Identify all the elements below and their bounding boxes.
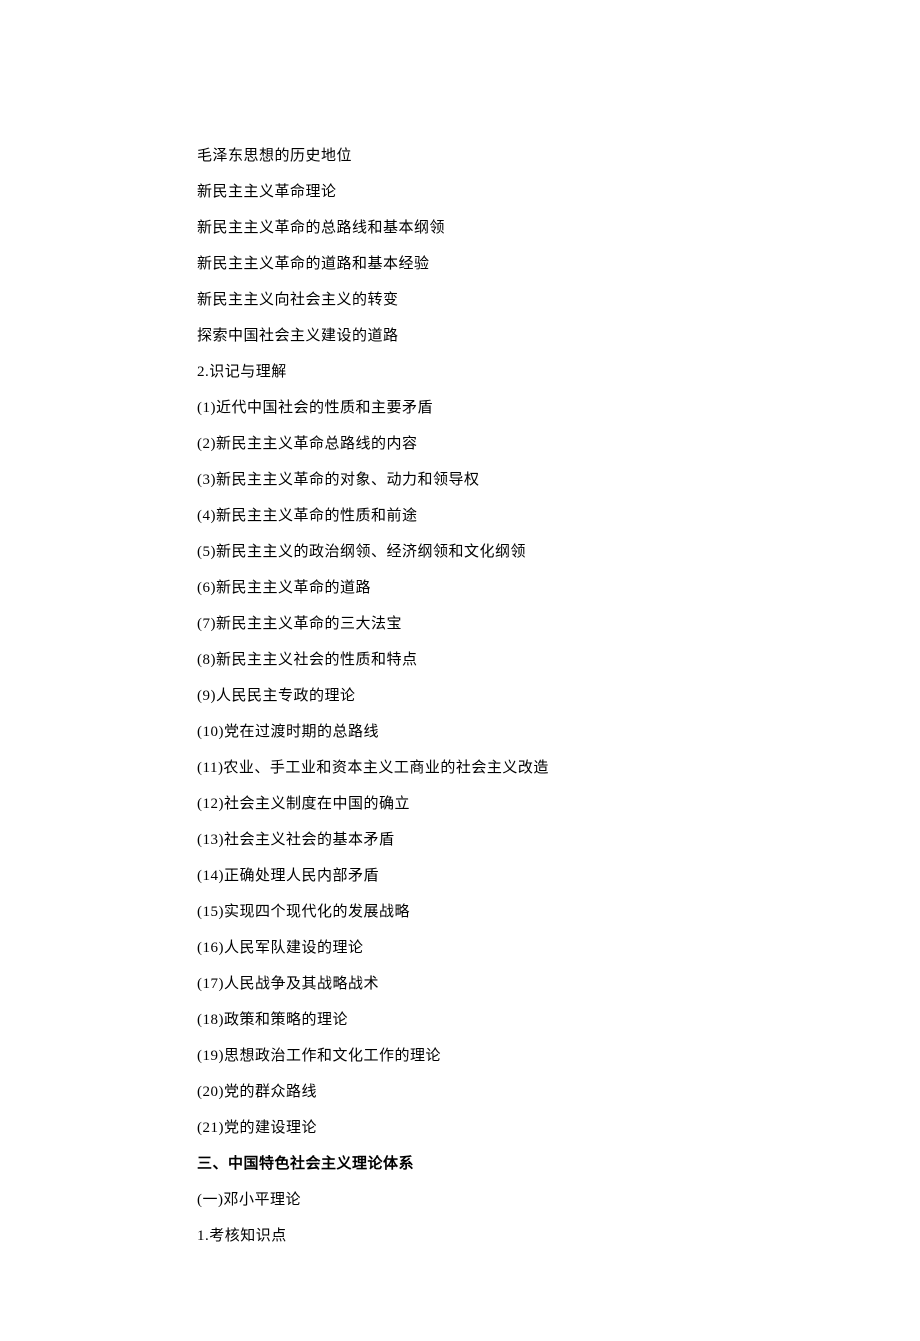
text-line: (3)新民主主义革命的对象、动力和领导权 [197,469,920,492]
text-line: (2)新民主主义革命总路线的内容 [197,433,920,456]
text-line: 1.考核知识点 [197,1225,920,1248]
text-line: (14)正确处理人民内部矛盾 [197,865,920,888]
text-line: 新民主主义革命理论 [197,181,920,204]
text-line: (9)人民民主专政的理论 [197,685,920,708]
text-line: (16)人民军队建设的理论 [197,937,920,960]
text-line: (8)新民主主义社会的性质和特点 [197,649,920,672]
text-line: (7)新民主主义革命的三大法宝 [197,613,920,636]
text-line: (6)新民主主义革命的道路 [197,577,920,600]
text-line: 探索中国社会主义建设的道路 [197,325,920,348]
section-heading: 三、中国特色社会主义理论体系 [197,1153,920,1176]
text-line: (17)人民战争及其战略战术 [197,973,920,996]
text-line: 新民主主义革命的总路线和基本纲领 [197,217,920,240]
text-line: (15)实现四个现代化的发展战略 [197,901,920,924]
text-line: (10)党在过渡时期的总路线 [197,721,920,744]
text-line: 新民主主义向社会主义的转变 [197,289,920,312]
document-content: 毛泽东思想的历史地位 新民主主义革命理论 新民主主义革命的总路线和基本纲领 新民… [197,145,920,1248]
text-line: 2.识记与理解 [197,361,920,384]
text-line: (13)社会主义社会的基本矛盾 [197,829,920,852]
text-line: (11)农业、手工业和资本主义工商业的社会主义改造 [197,757,920,780]
text-line: (12)社会主义制度在中国的确立 [197,793,920,816]
text-line: (5)新民主主义的政治纲领、经济纲领和文化纲领 [197,541,920,564]
text-line: 新民主主义革命的道路和基本经验 [197,253,920,276]
text-line: (21)党的建设理论 [197,1117,920,1140]
text-line: (一)邓小平理论 [197,1189,920,1212]
text-line: 毛泽东思想的历史地位 [197,145,920,168]
text-line: (20)党的群众路线 [197,1081,920,1104]
text-line: (1)近代中国社会的性质和主要矛盾 [197,397,920,420]
text-line: (19)思想政治工作和文化工作的理论 [197,1045,920,1068]
text-line: (18)政策和策略的理论 [197,1009,920,1032]
text-line: (4)新民主主义革命的性质和前途 [197,505,920,528]
